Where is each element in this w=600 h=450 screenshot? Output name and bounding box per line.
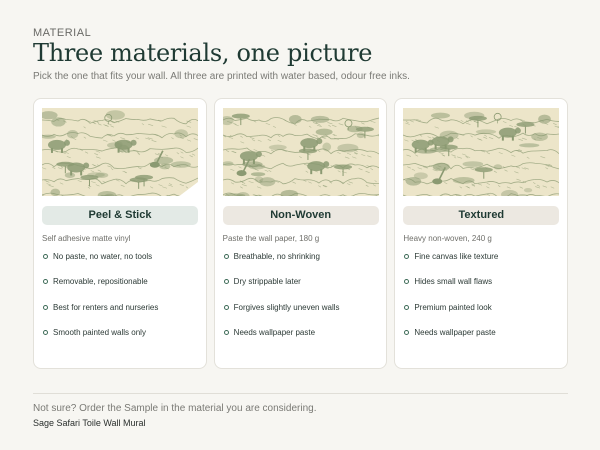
feature-item: Forgives slightly uneven walls — [223, 303, 340, 328]
material-eyebrow: MATERIAL — [33, 27, 92, 39]
toile-mural-thumbnail — [403, 108, 560, 196]
bullet-icon — [404, 254, 410, 259]
feature-text: Forgives slightly uneven walls — [233, 302, 340, 312]
feature-item: Breathable, no shrinking — [223, 252, 340, 277]
feature-list: Breathable, no shrinking Dry strippable … — [223, 252, 340, 353]
bullet-icon — [223, 279, 229, 285]
feature-item: Best for renters and nurseries — [42, 303, 158, 328]
page-subtitle: Pick the one that fits your wall. All th… — [33, 71, 410, 82]
material-name-pill[interactable]: Peel & Stick — [42, 206, 198, 225]
material-cards: Peel & Stick Self adhesive matte vinyl N… — [33, 98, 569, 369]
bullet-icon — [43, 279, 48, 285]
material-card-peel-and-stick[interactable]: Peel & Stick Self adhesive matte vinyl N… — [33, 98, 207, 369]
feature-item: Dry strippable later — [223, 277, 340, 302]
feature-text: Smooth painted walls only — [53, 327, 146, 337]
bullet-icon — [404, 329, 410, 335]
material-spec: Heavy non-woven, 240 g — [403, 234, 492, 243]
feature-item: Needs wallpaper paste — [223, 328, 340, 353]
toile-mural-thumbnail — [42, 108, 198, 196]
feature-text: Removable, repositionable — [53, 277, 148, 287]
material-spec: Paste the wall paper, 180 g — [222, 234, 320, 243]
feature-text: No paste, no water, no tools — [53, 252, 153, 261]
material-name-pill[interactable]: Non-Woven — [222, 206, 379, 225]
feature-item: Hides small wall flaws — [403, 277, 498, 302]
feature-item: Removable, repositionable — [42, 277, 158, 302]
feature-text: Needs wallpaper paste — [414, 327, 496, 337]
bullet-icon — [43, 304, 48, 310]
product-name: Sage Safari Toile Wall Mural — [33, 418, 146, 428]
bullet-icon — [223, 329, 229, 335]
sample-note: Not sure? Order the Sample in the materi… — [33, 403, 317, 414]
toile-mural-thumbnail — [222, 108, 379, 196]
material-card-non-woven[interactable]: Non-Woven Paste the wall paper, 180 g Br… — [213, 98, 388, 369]
material-name-pill[interactable]: Textured — [403, 206, 560, 225]
feature-text: Hides small wall flaws — [414, 277, 493, 287]
feature-list: Fine canvas like texture Hides small wal… — [403, 252, 498, 353]
feature-text: Breathable, no shrinking — [233, 252, 320, 261]
feature-item: Fine canvas like texture — [403, 252, 498, 277]
feature-text: Dry strippable later — [233, 277, 301, 287]
bullet-icon — [43, 329, 48, 335]
bullet-icon — [43, 254, 48, 259]
feature-list: No paste, no water, no tools Removable, … — [42, 252, 158, 353]
bullet-icon — [223, 254, 229, 259]
feature-item: Premium painted look — [403, 303, 498, 328]
feature-item: No paste, no water, no tools — [42, 252, 158, 277]
bullet-icon — [404, 279, 410, 285]
feature-item: Smooth painted walls only — [42, 328, 158, 353]
bullet-icon — [404, 304, 410, 310]
bullet-icon — [223, 304, 229, 310]
feature-text: Best for renters and nurseries — [53, 302, 159, 312]
divider — [33, 393, 568, 394]
material-card-textured[interactable]: Textured Heavy non-woven, 240 g Fine can… — [394, 98, 569, 369]
feature-text: Needs wallpaper paste — [233, 327, 316, 337]
material-spec: Self adhesive matte vinyl — [42, 234, 131, 243]
page-title: Three materials, one picture — [33, 39, 373, 67]
feature-text: Premium painted look — [414, 302, 492, 312]
feature-item: Needs wallpaper paste — [403, 328, 498, 353]
feature-text: Fine canvas like texture — [414, 252, 499, 261]
